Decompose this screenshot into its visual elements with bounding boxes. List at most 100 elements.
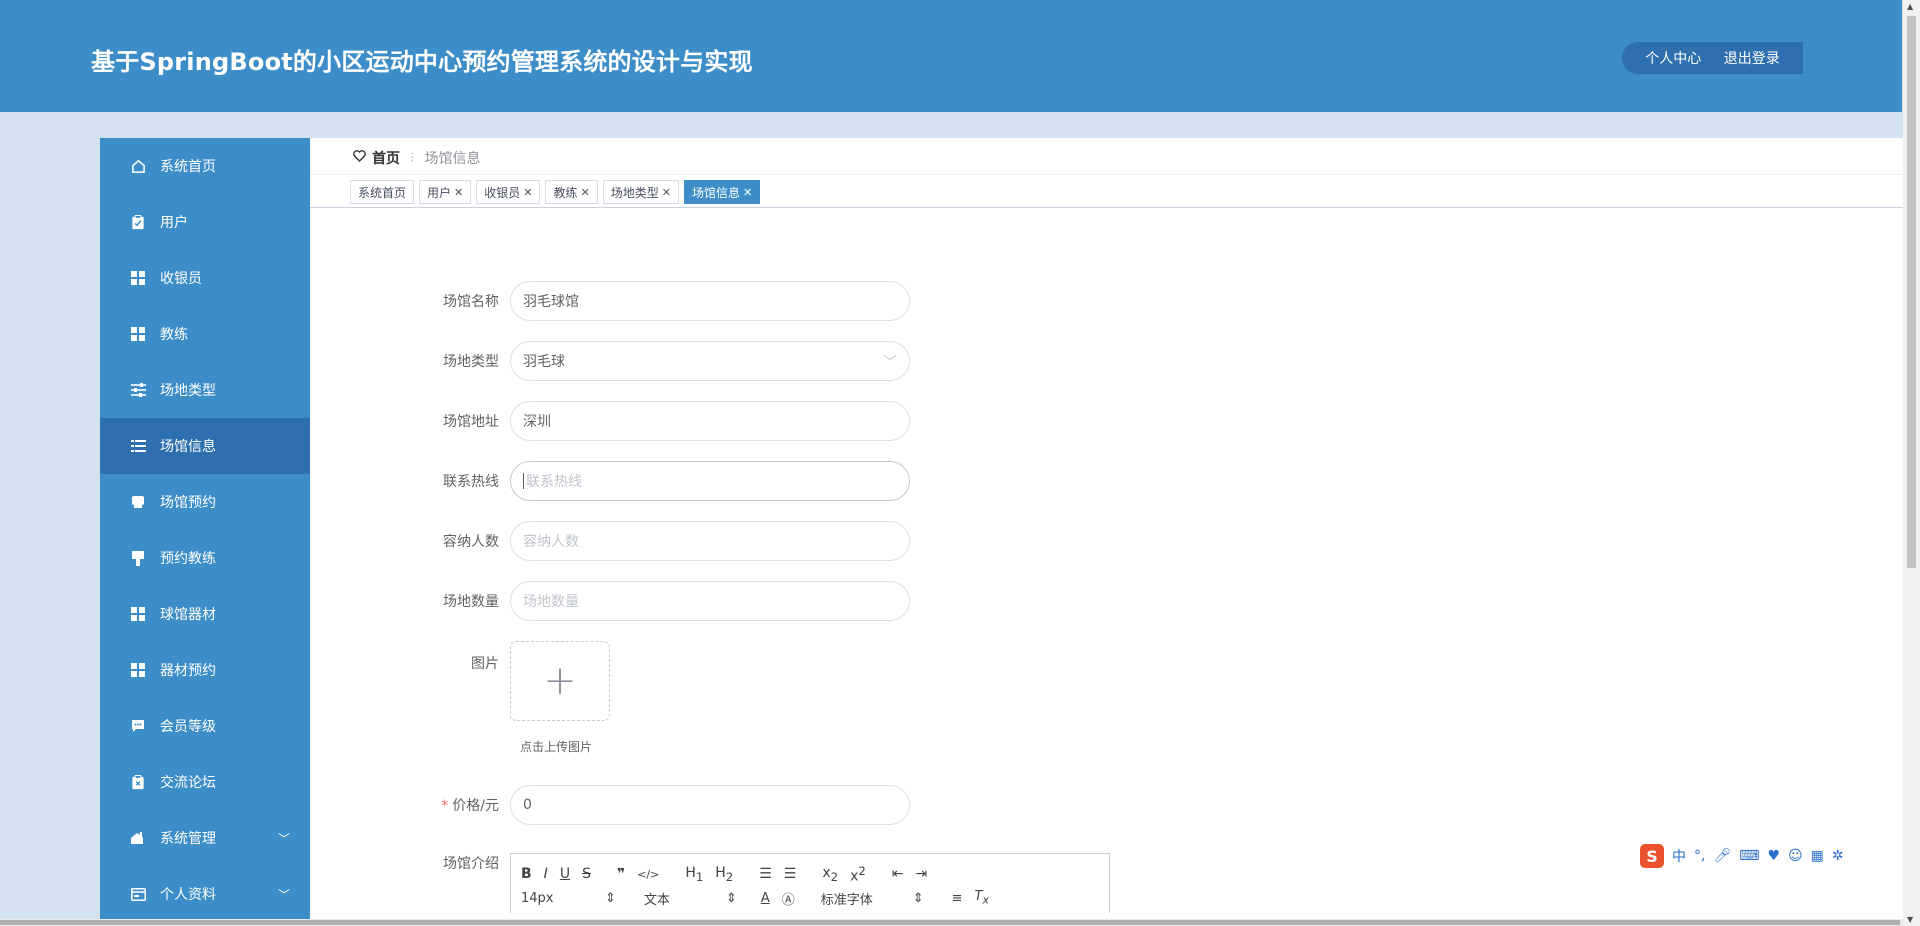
intro-label: 场馆介绍 [443, 856, 499, 872]
close-icon[interactable]: ✕ [523, 186, 532, 199]
sidebar-item-label: 教练 [160, 327, 188, 343]
sidebar-item-label: 预约教练 [160, 551, 216, 567]
clear-format-icon[interactable]: Tx [975, 889, 989, 907]
plus-icon: + [543, 658, 577, 704]
close-icon[interactable]: ✕ [743, 186, 752, 199]
sidebar-item-home[interactable]: 系统首页 [100, 138, 310, 194]
editor-toolbar-row-2: 14px ⇕ 文本 ⇕ A Ⓐ 标准字体 ⇕ ≡ Tx [521, 886, 1099, 910]
rich-text-editor[interactable]: B I U S ❞ </> H1 H2 ☰ ☰ x2 x2 ⇤ ⇥ 14px ⇕… [510, 853, 1110, 913]
sidebar-item-equipment-booking[interactable]: 器材预约 [100, 642, 310, 698]
sidebar-item-venue-booking[interactable]: 场馆预约 [100, 474, 310, 530]
indent-icon[interactable]: ⇥ [916, 866, 928, 882]
sidebar-item-profile[interactable]: 个人资料 ﹀ [100, 866, 310, 922]
court-count-input[interactable]: 场地数量 [510, 581, 910, 621]
form-row-venue-name: 场馆名称 羽毛球馆 [310, 281, 910, 321]
tag-home[interactable]: 系统首页 [350, 180, 415, 204]
align-icon[interactable]: ≡ [952, 891, 963, 906]
personal-center-link[interactable]: 个人中心 [1645, 48, 1701, 68]
venue-name-input[interactable]: 羽毛球馆 [510, 281, 910, 321]
scroll-down-icon[interactable]: ▼ [1907, 915, 1913, 924]
select-arrow-icon: ⇕ [912, 890, 924, 906]
bullet-list-icon[interactable]: ☰ [784, 866, 797, 882]
blockquote-icon[interactable]: ❞ [617, 866, 625, 882]
horizontal-scrollbar[interactable] [0, 919, 1903, 926]
keyboard-icon[interactable]: ⌨︎ [1739, 848, 1759, 864]
venue-type-select[interactable]: 羽毛球 ﹀ [510, 341, 910, 381]
bold-icon[interactable]: B [521, 866, 532, 882]
logout-link[interactable]: 退出登录 [1724, 48, 1780, 68]
scroll-thumb[interactable] [0, 920, 1900, 925]
strikethrough-icon[interactable]: S [582, 866, 591, 882]
vertical-scrollbar[interactable]: ▲ ▼ [1903, 0, 1920, 926]
home-icon [130, 158, 146, 174]
venue-address-input[interactable]: 深圳 [510, 401, 910, 441]
sidebar-item-label: 场地类型 [160, 383, 216, 399]
heading1-icon[interactable]: H1 [685, 865, 703, 884]
list-icon [130, 438, 146, 454]
tag-users[interactable]: 用户 ✕ [419, 180, 472, 204]
breadcrumb-home[interactable]: 首页 [372, 148, 400, 168]
tag-cashier[interactable]: 收银员 ✕ [476, 180, 541, 204]
underline-icon[interactable]: U [560, 866, 570, 882]
punctuation-icon[interactable]: °, [1694, 848, 1705, 864]
microphone-icon[interactable]: 🎤︎ [1713, 848, 1731, 864]
scroll-up-icon[interactable]: ▲ [1907, 2, 1913, 11]
clipboard-icon [130, 214, 146, 230]
sidebar-item-equipment[interactable]: 球馆器材 [100, 586, 310, 642]
subscript-icon[interactable]: x2 [822, 865, 838, 884]
ime-mode[interactable]: 中 [1672, 846, 1686, 866]
tags-list: 系统首页 用户 ✕ 收银员 ✕ 教练 ✕ 场地类型 ✕ 场馆信息 ✕ [350, 180, 761, 204]
close-icon[interactable]: ✕ [454, 186, 463, 199]
sidebar-item-venue-info[interactable]: 场馆信息 [100, 418, 310, 474]
ime-toolbar: S 中 °, 🎤︎ ⌨︎ ♥︎ ☺︎ ▦ ✲ [1640, 843, 1866, 869]
hotline-placeholder: 联系热线 [526, 474, 582, 490]
close-icon[interactable]: ✕ [662, 186, 671, 199]
venue-name-label: 场馆名称 [443, 294, 499, 310]
outdent-icon[interactable]: ⇤ [892, 866, 904, 882]
italic-icon[interactable]: I [544, 866, 548, 882]
image-upload[interactable]: + [510, 641, 610, 721]
font-size-select[interactable]: 14px [521, 891, 593, 906]
capacity-input[interactable]: 容纳人数 [510, 521, 910, 561]
sidebar-item-forum[interactable]: 交流论坛 [100, 754, 310, 810]
heading2-icon[interactable]: H2 [715, 865, 733, 884]
apps-icon[interactable]: ▦ [1811, 848, 1824, 864]
superscript-icon[interactable]: x2 [850, 864, 866, 885]
tag-venue-type[interactable]: 场地类型 ✕ [602, 180, 679, 204]
skin-icon[interactable]: ♥︎ [1767, 848, 1780, 864]
sidebar-item-member-level[interactable]: 会员等级 [100, 698, 310, 754]
settings-icon[interactable]: ✲ [1832, 848, 1844, 864]
sidebar-item-system-admin[interactable]: 系统管理 ﹀ [100, 810, 310, 866]
robot-icon[interactable]: ☺︎ [1788, 848, 1803, 864]
heart-icon [353, 150, 366, 166]
sidebar-item-users[interactable]: 用户 [100, 194, 310, 250]
sidebar-item-coach-booking[interactable]: 预约教练 [100, 530, 310, 586]
tag-label: 系统首页 [358, 185, 407, 200]
venue-form: 场馆名称 羽毛球馆 场地类型 羽毛球 ﹀ 场馆地址 深圳 联系热线 联系热线 容… [310, 208, 1803, 926]
price-input[interactable]: 0 [510, 785, 910, 825]
font-family-select[interactable]: 标准字体 [821, 889, 901, 908]
close-icon[interactable]: ✕ [581, 186, 590, 199]
code-block-icon[interactable]: </> [637, 868, 659, 881]
top-header: 基于SpringBoot的小区运动中心预约管理系统的设计与实现 个人中心 退出登… [0, 0, 1902, 112]
form-row-price: * 价格/元 0 [310, 785, 910, 825]
sidebar-item-venue-type[interactable]: 场地类型 [100, 362, 310, 418]
sidebar-item-label: 场馆预约 [160, 495, 216, 511]
breadcrumb-current: 场馆信息 [424, 151, 481, 167]
hotline-input[interactable]: 联系热线 [510, 461, 910, 501]
tag-label: 教练 [553, 185, 578, 200]
sogou-logo-icon[interactable]: S [1640, 844, 1664, 868]
background-color-icon[interactable]: Ⓐ [782, 889, 795, 908]
font-color-icon[interactable]: A [761, 891, 770, 906]
sidebar-item-cashier[interactable]: 收银员 [100, 250, 310, 306]
text-style-select[interactable]: 文本 [644, 889, 714, 908]
tag-venue-info[interactable]: 场馆信息 ✕ [683, 180, 761, 204]
sidebar-item-label: 场馆信息 [160, 439, 216, 455]
tag-coach[interactable]: 教练 ✕ [545, 180, 598, 204]
sliders-icon [130, 382, 146, 398]
ordered-list-icon[interactable]: ☰ [759, 866, 772, 882]
grid-icon [130, 270, 146, 286]
scroll-thumb[interactable] [1907, 16, 1916, 568]
clipboard-x-icon [130, 774, 146, 790]
sidebar-item-coach[interactable]: 教练 [100, 306, 310, 362]
